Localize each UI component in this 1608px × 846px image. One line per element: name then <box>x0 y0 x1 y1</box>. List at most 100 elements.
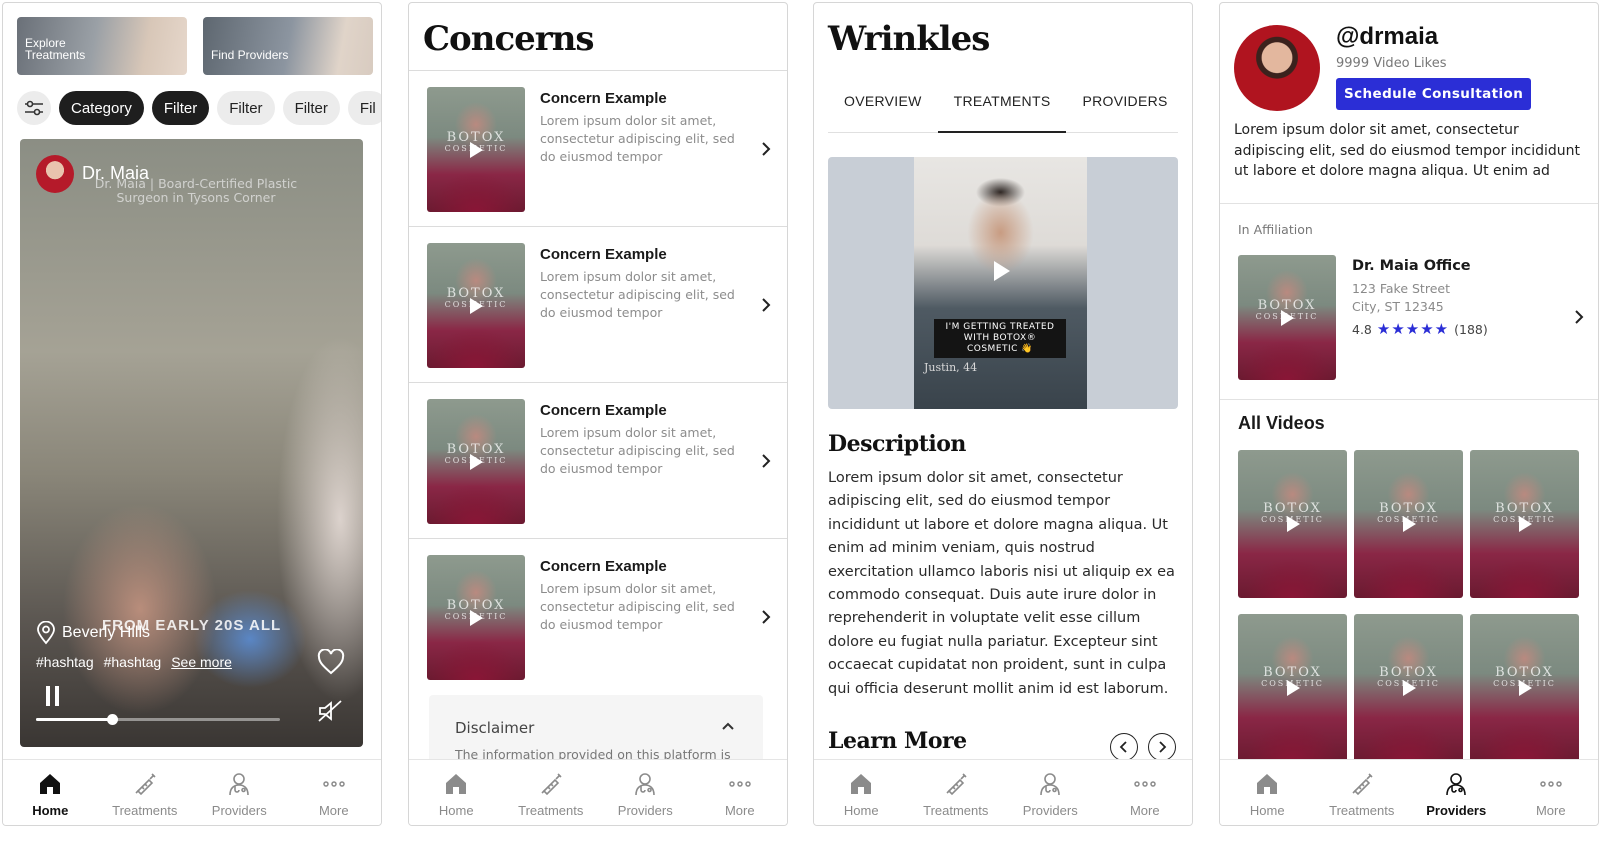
nav-item-home[interactable]: Home <box>821 771 901 818</box>
author-avatar[interactable] <box>36 155 74 193</box>
concern-list-item[interactable]: BOTOX COSMETIC Concern Example Lorem ipsum … <box>409 226 787 382</box>
nav-item-providers[interactable]: Providers <box>199 771 279 818</box>
concern-description: Lorem ipsum dolor sit amet, consectetur … <box>540 269 735 320</box>
video-thumbnail[interactable]: BOTOX COSMETIC <box>1354 614 1463 762</box>
video-progress-bar[interactable] <box>36 714 280 725</box>
video-progress-fill <box>36 718 112 721</box>
pause-icon[interactable] <box>44 685 62 707</box>
nav-label: Providers <box>1426 803 1487 818</box>
featured-video[interactable]: I'M GETTING TREATED WITH BOTOX® COSMETIC… <box>828 157 1178 409</box>
play-icon[interactable] <box>994 261 1010 281</box>
all-videos-title: All Videos <box>1238 413 1325 433</box>
schedule-consultation-button[interactable]: Schedule Consultation <box>1336 78 1532 110</box>
concern-list-item[interactable]: BOTOX COSMETIC Concern Example Lorem ipsum … <box>409 538 787 694</box>
next-button[interactable] <box>1148 733 1176 761</box>
filter-chip[interactable]: Filter <box>217 91 275 125</box>
chevron-up-icon[interactable] <box>721 721 735 731</box>
play-icon <box>1402 516 1416 532</box>
nav-item-providers[interactable]: Providers <box>605 771 685 818</box>
tab-treatments[interactable]: TREATMENTS <box>937 81 1067 133</box>
home-icon <box>443 771 469 801</box>
heart-icon[interactable] <box>317 649 345 675</box>
tab-overview[interactable]: OVERVIEW <box>828 81 938 132</box>
nav-item-more[interactable]: More <box>294 771 374 818</box>
bottom-nav: Home Treatments Providers More <box>1220 759 1598 825</box>
video-thumbnail[interactable]: BOTOX COSMETIC <box>427 555 525 680</box>
find-providers-card[interactable]: Find Providers <box>203 17 373 75</box>
video-thumbnail[interactable]: BOTOX COSMETIC <box>1470 614 1579 762</box>
home-icon <box>848 771 874 801</box>
home-icon <box>37 771 63 801</box>
rating-value: 4.8 <box>1352 321 1372 337</box>
video-thumbnail[interactable]: BOTOX COSMETIC <box>427 87 525 212</box>
concern-title: Concern Example <box>540 558 667 575</box>
video-thumbnail[interactable]: BOTOX COSMETIC <box>1354 450 1463 598</box>
chevron-right-icon[interactable] <box>1574 309 1584 325</box>
see-more-link[interactable]: See more <box>171 654 232 670</box>
nav-item-more[interactable]: More <box>1511 771 1591 818</box>
description-title: Description <box>828 431 966 457</box>
concern-title: Concern Example <box>540 90 667 107</box>
concern-detail-screen: Wrinkles OVERVIEW TREATMENTS PROVIDERS I'M… <box>813 2 1193 826</box>
avatar <box>1234 25 1320 111</box>
chevron-right-icon <box>762 454 771 468</box>
provider-icon <box>226 771 252 801</box>
syringe-icon <box>1349 771 1375 801</box>
play-icon <box>1402 680 1416 696</box>
filter-chip[interactable]: Fil <box>347 91 381 125</box>
hashtag-link[interactable]: #hashtag <box>36 654 94 670</box>
nav-label: Treatments <box>518 803 584 818</box>
concern-description: Lorem ipsum dolor sit amet, consectetur … <box>540 581 735 632</box>
prev-button[interactable] <box>1110 733 1138 761</box>
video-thumbnail[interactable]: BOTOX COSMETIC <box>427 399 525 524</box>
concern-description: Lorem ipsum dolor sit amet, consectetur … <box>540 425 735 476</box>
nav-label: Home <box>438 803 474 818</box>
concern-list-item[interactable]: BOTOX COSMETIC Concern Example Lorem ipsum … <box>409 70 787 226</box>
nav-label: Treatments <box>1329 803 1395 818</box>
nav-item-home[interactable]: Home <box>10 771 90 818</box>
office-video-thumb[interactable]: BOTOX COSMETIC <box>1238 255 1336 380</box>
mute-icon[interactable] <box>317 699 343 723</box>
office-name[interactable]: Dr. Maia Office <box>1352 258 1471 274</box>
nav-item-treatments[interactable]: Treatments <box>511 771 591 818</box>
nav-item-home[interactable]: Home <box>1227 771 1307 818</box>
video-progress-knob[interactable] <box>106 714 118 725</box>
nav-item-providers[interactable]: Providers <box>1416 771 1496 818</box>
video-player[interactable]: Dr. Maia Dr. Maia | Board-Certified Plas… <box>20 139 363 747</box>
nav-label: Providers <box>211 803 267 818</box>
nav-item-home[interactable]: Home <box>416 771 496 818</box>
video-caption: Dr. Maia | Board-Certified Plastic Surge… <box>94 176 298 205</box>
provider-bio: Lorem ipsum dolor sit amet, consectetur … <box>1234 122 1581 179</box>
concern-list: BOTOX COSMETIC Concern Example Lorem ipsum … <box>409 70 787 694</box>
video-caption: Justin, 44 <box>924 361 978 374</box>
tab-providers[interactable]: PROVIDERS <box>1066 81 1183 132</box>
nav-item-treatments[interactable]: Treatments <box>916 771 996 818</box>
disclaimer-panel[interactable]: Disclaimer The information provided on t… <box>429 695 763 767</box>
nav-item-treatments[interactable]: Treatments <box>1322 771 1402 818</box>
filter-bar: Category Filter Filter Filter Fil <box>17 91 381 125</box>
divider <box>1220 399 1598 400</box>
hashtag-link[interactable]: #hashtag <box>104 654 162 670</box>
concern-list-item[interactable]: BOTOX COSMETIC Concern Example Lorem ipsum … <box>409 382 787 538</box>
nav-item-providers[interactable]: Providers <box>1010 771 1090 818</box>
explore-treatments-card[interactable]: Explore Treatments <box>17 17 187 75</box>
concern-title: Concern Example <box>540 246 667 263</box>
video-thumbnail[interactable]: BOTOX COSMETIC <box>1470 450 1579 598</box>
sliders-icon[interactable] <box>17 91 51 125</box>
filter-chip[interactable]: Filter <box>151 91 210 125</box>
nav-item-more[interactable]: More <box>1105 771 1185 818</box>
filter-chip[interactable]: Filter <box>282 91 340 125</box>
category-chip[interactable]: Category <box>59 91 144 125</box>
play-icon <box>470 297 483 314</box>
nav-item-treatments[interactable]: Treatments <box>105 771 185 818</box>
nav-item-more[interactable]: More <box>700 771 780 818</box>
bottom-nav: Home Treatments Providers More <box>814 759 1192 825</box>
divider <box>1220 203 1598 204</box>
nav-label: Home <box>843 803 879 818</box>
video-thumbnail[interactable]: BOTOX COSMETIC <box>1238 614 1347 762</box>
video-thumbnail[interactable]: BOTOX COSMETIC <box>1238 450 1347 598</box>
video-thumbnail[interactable]: BOTOX COSMETIC <box>427 243 525 368</box>
video-grid: BOTOX COSMETIC BOTOX COSMETIC BOTOX COSMETIC B… <box>1238 450 1579 762</box>
location-label: Beverly Hills <box>62 624 151 641</box>
nav-label: More <box>724 803 755 818</box>
